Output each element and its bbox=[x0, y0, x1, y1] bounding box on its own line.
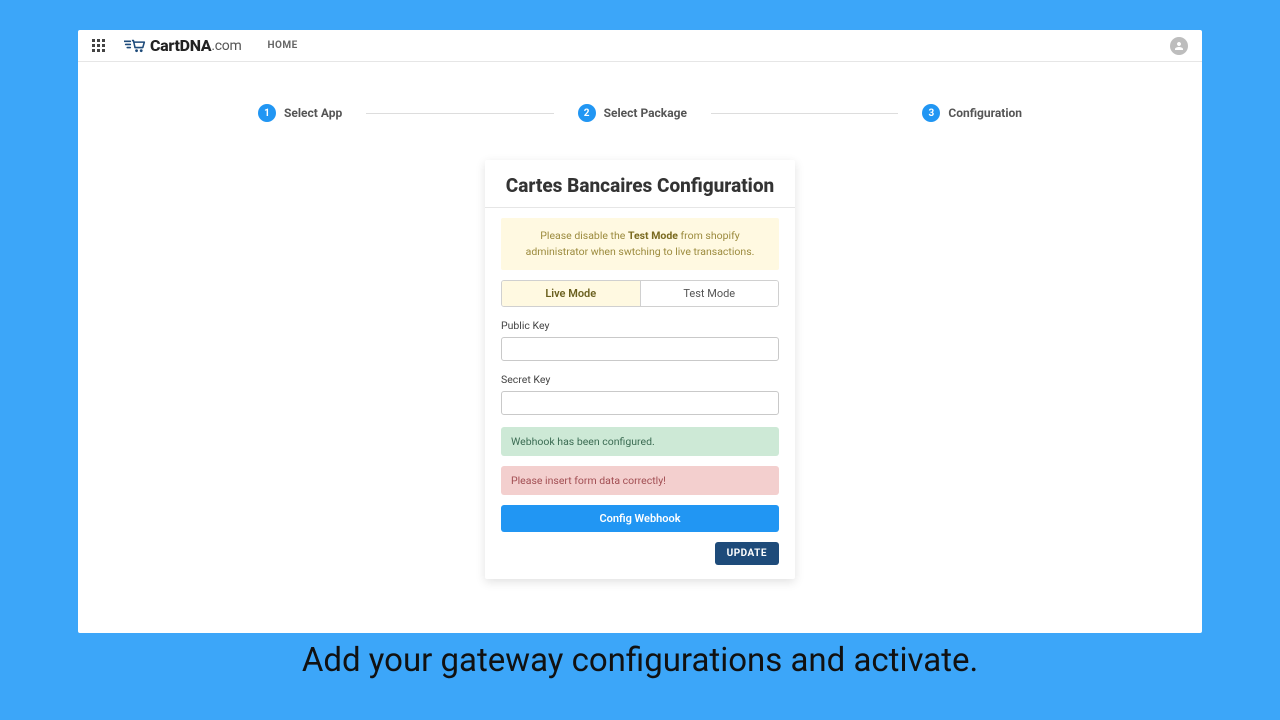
warning-text-pre: Please disable the bbox=[540, 229, 628, 242]
step-line bbox=[366, 113, 553, 114]
apps-grid-icon[interactable] bbox=[92, 39, 106, 53]
brand-name: CartDNA bbox=[150, 36, 211, 55]
config-webhook-button[interactable]: Config Webhook bbox=[501, 505, 779, 532]
step-select-app[interactable]: 1 Select App bbox=[258, 104, 342, 122]
step-number: 1 bbox=[258, 104, 276, 122]
topbar: CartDNA.com HOME bbox=[78, 30, 1202, 62]
secret-key-label: Secret Key bbox=[501, 373, 779, 386]
error-alert: Please insert form data correctly! bbox=[501, 466, 779, 495]
brand-suffix: .com bbox=[211, 38, 241, 54]
app-window: CartDNA.com HOME 1 Select App 2 Select P… bbox=[78, 30, 1202, 633]
step-label: Select Package bbox=[604, 106, 687, 120]
test-mode-button[interactable]: Test Mode bbox=[640, 281, 779, 306]
success-alert: Webhook has been configured. bbox=[501, 427, 779, 456]
config-card: Cartes Bancaires Configuration Please di… bbox=[485, 160, 795, 579]
mode-toggle: Live Mode Test Mode bbox=[501, 280, 779, 307]
step-number: 2 bbox=[578, 104, 596, 122]
update-button[interactable]: UPDATE bbox=[715, 542, 779, 565]
step-label: Configuration bbox=[948, 106, 1022, 120]
secret-key-input[interactable] bbox=[501, 391, 779, 415]
card-body: Please disable the Test Mode from shopif… bbox=[485, 208, 795, 579]
step-number: 3 bbox=[922, 104, 940, 122]
step-line bbox=[711, 113, 898, 114]
stepper: 1 Select App 2 Select Package 3 Configur… bbox=[78, 62, 1202, 122]
card-container: Cartes Bancaires Configuration Please di… bbox=[78, 122, 1202, 579]
live-mode-button[interactable]: Live Mode bbox=[502, 281, 640, 306]
step-configuration[interactable]: 3 Configuration bbox=[922, 104, 1022, 122]
card-title: Cartes Bancaires Configuration bbox=[485, 160, 795, 207]
step-select-package[interactable]: 2 Select Package bbox=[578, 104, 687, 122]
nav-home[interactable]: HOME bbox=[267, 40, 297, 51]
public-key-input[interactable] bbox=[501, 337, 779, 361]
warning-text-bold: Test Mode bbox=[628, 229, 678, 242]
brand-logo[interactable]: CartDNA.com bbox=[124, 36, 241, 55]
step-label: Select App bbox=[284, 106, 342, 120]
public-key-label: Public Key bbox=[501, 319, 779, 332]
cart-icon bbox=[124, 39, 146, 53]
warning-banner: Please disable the Test Mode from shopif… bbox=[501, 218, 779, 270]
person-icon bbox=[1173, 40, 1185, 52]
caption: Add your gateway configurations and acti… bbox=[78, 637, 1202, 684]
update-row: UPDATE bbox=[501, 542, 779, 565]
avatar[interactable] bbox=[1170, 37, 1188, 55]
